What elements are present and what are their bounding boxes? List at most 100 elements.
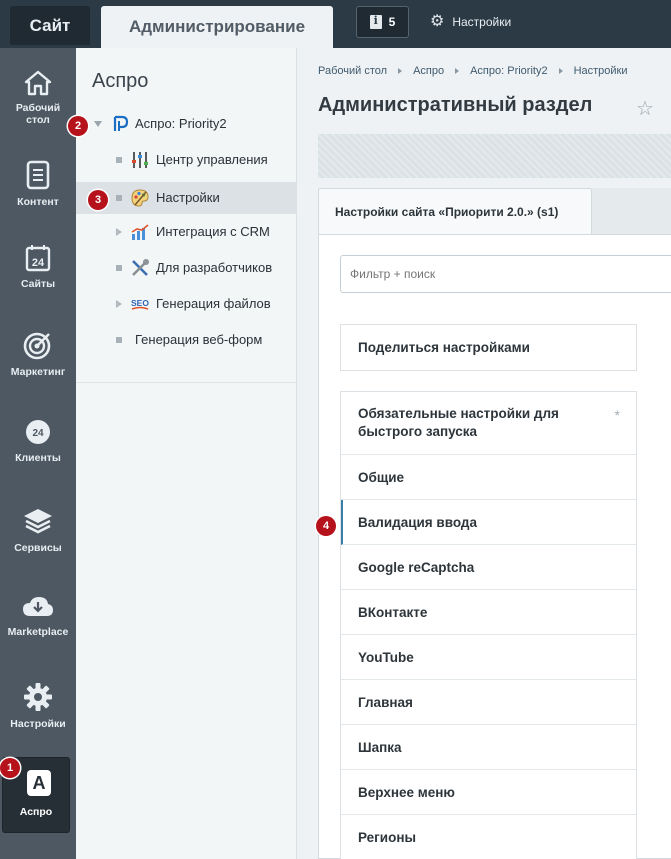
nav-label: Контент bbox=[17, 196, 59, 208]
breadcrumb-arrow-icon bbox=[398, 68, 403, 74]
menu-item-label: Центр управления bbox=[156, 152, 268, 167]
top-settings-label: Настройки bbox=[452, 15, 512, 29]
bullet bbox=[116, 337, 122, 343]
tools-icon bbox=[132, 259, 149, 276]
settings-item-recaptcha[interactable]: Google reCaptcha bbox=[341, 545, 636, 590]
svg-text:24: 24 bbox=[32, 428, 44, 439]
required-star-icon: * bbox=[614, 407, 620, 423]
cloud-download-icon bbox=[23, 597, 53, 616]
target-icon bbox=[23, 332, 51, 360]
nav-item-clients[interactable]: 24 Клиенты bbox=[0, 418, 76, 464]
menu-item-webform-generation[interactable]: Генерация веб-форм bbox=[76, 324, 297, 356]
nav-item-content[interactable]: Контент bbox=[0, 160, 76, 208]
breadcrumb-arrow-icon bbox=[455, 68, 460, 74]
notifications-button[interactable]: 5 bbox=[356, 6, 409, 38]
nav-item-marketing[interactable]: Маркетинг bbox=[0, 330, 76, 378]
menu-item-control-center[interactable]: Центр управления bbox=[76, 144, 297, 176]
breadcrumb-item[interactable]: Аспро: Priority2 bbox=[470, 65, 547, 77]
seo-icon: SEO bbox=[131, 298, 149, 310]
menu-item-crm-integration[interactable]: Интеграция с CRM bbox=[76, 216, 297, 248]
settings-item-header[interactable]: Шапка bbox=[341, 725, 636, 770]
main-content: Рабочий стол Аспро Аспро: Priority2 Наст… bbox=[298, 48, 671, 859]
collapse-arrow-icon[interactable] bbox=[94, 121, 102, 127]
bullet bbox=[116, 265, 122, 271]
breadcrumb: Рабочий стол Аспро Аспро: Priority2 Наст… bbox=[318, 65, 628, 77]
left-nav: Рабочий стол Контент 24 Сайты Маркетинг … bbox=[0, 48, 76, 859]
palette-icon bbox=[131, 189, 149, 207]
page-title: Административный раздел bbox=[318, 94, 593, 116]
menu-title: Аспро bbox=[92, 70, 149, 92]
info-icon bbox=[369, 14, 382, 29]
menu-divider bbox=[76, 382, 297, 383]
chart-icon bbox=[131, 224, 149, 240]
menu-item-label: Аспро: Priority2 bbox=[135, 116, 227, 131]
clients-24-icon: 24 bbox=[26, 420, 50, 444]
settings-item-regions[interactable]: Регионы bbox=[341, 815, 636, 859]
settings-item-general[interactable]: Общие bbox=[341, 455, 636, 500]
favorite-star-icon[interactable]: ☆ bbox=[636, 96, 654, 121]
tab-administration[interactable]: Администрирование bbox=[101, 6, 333, 48]
nav-label: Рабочий стол bbox=[15, 102, 61, 127]
menu-item-settings[interactable]: Настройки bbox=[76, 182, 297, 214]
breadcrumb-arrow-icon bbox=[558, 68, 563, 74]
menu-item-developers[interactable]: Для разработчиков bbox=[76, 252, 297, 284]
gear-icon bbox=[24, 683, 52, 711]
expand-arrow-icon[interactable] bbox=[116, 228, 122, 236]
expand-arrow-icon[interactable] bbox=[116, 300, 122, 308]
settings-item-input-validation[interactable]: Валидация ввода bbox=[341, 500, 636, 545]
menu-item-aspro-priority2[interactable]: Аспро: Priority2 bbox=[76, 108, 297, 140]
annotation-badge-4: 4 bbox=[316, 516, 336, 536]
document-icon bbox=[26, 160, 50, 190]
menu-item-label: Интеграция с CRM bbox=[156, 224, 270, 239]
share-settings-button[interactable]: Поделиться настройками bbox=[340, 324, 637, 371]
menu-panel: Аспро Аспро: Priority2 Центр управления … bbox=[76, 48, 297, 859]
nav-item-sites[interactable]: 24 Сайты bbox=[0, 244, 76, 290]
nav-item-settings[interactable]: Настройки bbox=[0, 682, 76, 730]
settings-item-main[interactable]: Главная bbox=[341, 680, 636, 725]
top-bar: Сайт Администрирование 5 ⚙ Настройки bbox=[0, 0, 671, 48]
tab-site[interactable]: Сайт bbox=[10, 6, 90, 45]
settings-item-top-menu[interactable]: Верхнее меню bbox=[341, 770, 636, 815]
bullet bbox=[116, 157, 122, 163]
home-icon bbox=[24, 70, 52, 96]
nav-label: Клиенты bbox=[15, 452, 61, 464]
settings-item-label: Обязательные настройки для быстрого запу… bbox=[358, 405, 559, 439]
annotation-badge-3: 3 bbox=[88, 190, 108, 210]
menu-item-label: Генерация файлов bbox=[156, 296, 271, 311]
nav-item-marketplace[interactable]: Marketplace bbox=[0, 594, 76, 638]
settings-item-required[interactable]: Обязательные настройки для быстрого запу… bbox=[341, 392, 636, 455]
nav-label: Настройки bbox=[10, 718, 66, 730]
gear-icon: ⚙ bbox=[430, 13, 445, 30]
toolbar-strip bbox=[318, 134, 671, 178]
settings-item-youtube[interactable]: YouTube bbox=[341, 635, 636, 680]
menu-item-file-generation[interactable]: SEO Генерация файлов bbox=[76, 288, 297, 320]
calendar-24-icon: 24 bbox=[25, 245, 51, 272]
nav-label: Marketplace bbox=[7, 626, 69, 638]
breadcrumb-item[interactable]: Аспро bbox=[413, 65, 444, 77]
annotation-badge-2: 2 bbox=[68, 116, 88, 136]
settings-item-vkontakte[interactable]: ВКонтакте bbox=[341, 590, 636, 635]
nav-item-services[interactable]: Сервисы bbox=[0, 506, 76, 554]
filter-search-input[interactable] bbox=[340, 255, 671, 293]
nav-item-desktop[interactable]: Рабочий стол bbox=[0, 70, 76, 126]
breadcrumb-item[interactable]: Настройки bbox=[574, 65, 628, 77]
nav-label: Сервисы bbox=[14, 542, 62, 554]
aspro-icon: A bbox=[27, 770, 51, 796]
svg-text:SEO: SEO bbox=[131, 298, 149, 308]
tab-site-settings[interactable]: Настройки сайта «Приорити 2.0.» (s1) bbox=[318, 188, 592, 235]
bullet bbox=[116, 195, 122, 201]
sliders-icon bbox=[132, 152, 148, 168]
top-settings-link[interactable]: ⚙ Настройки bbox=[430, 10, 511, 34]
notifications-count: 5 bbox=[388, 15, 396, 29]
layers-icon bbox=[24, 509, 52, 534]
annotation-badge-1: 1 bbox=[0, 758, 20, 778]
settings-list: Обязательные настройки для быстрого запу… bbox=[340, 391, 637, 859]
aspro-logo-icon bbox=[113, 115, 129, 131]
nav-label: Аспро bbox=[19, 806, 53, 818]
nav-label: Сайты bbox=[20, 278, 56, 290]
menu-item-label: Настройки bbox=[156, 190, 220, 205]
breadcrumb-item[interactable]: Рабочий стол bbox=[318, 65, 387, 77]
svg-text:24: 24 bbox=[32, 257, 45, 269]
nav-label: Маркетинг bbox=[10, 366, 66, 378]
menu-item-label: Генерация веб-форм bbox=[135, 332, 263, 347]
